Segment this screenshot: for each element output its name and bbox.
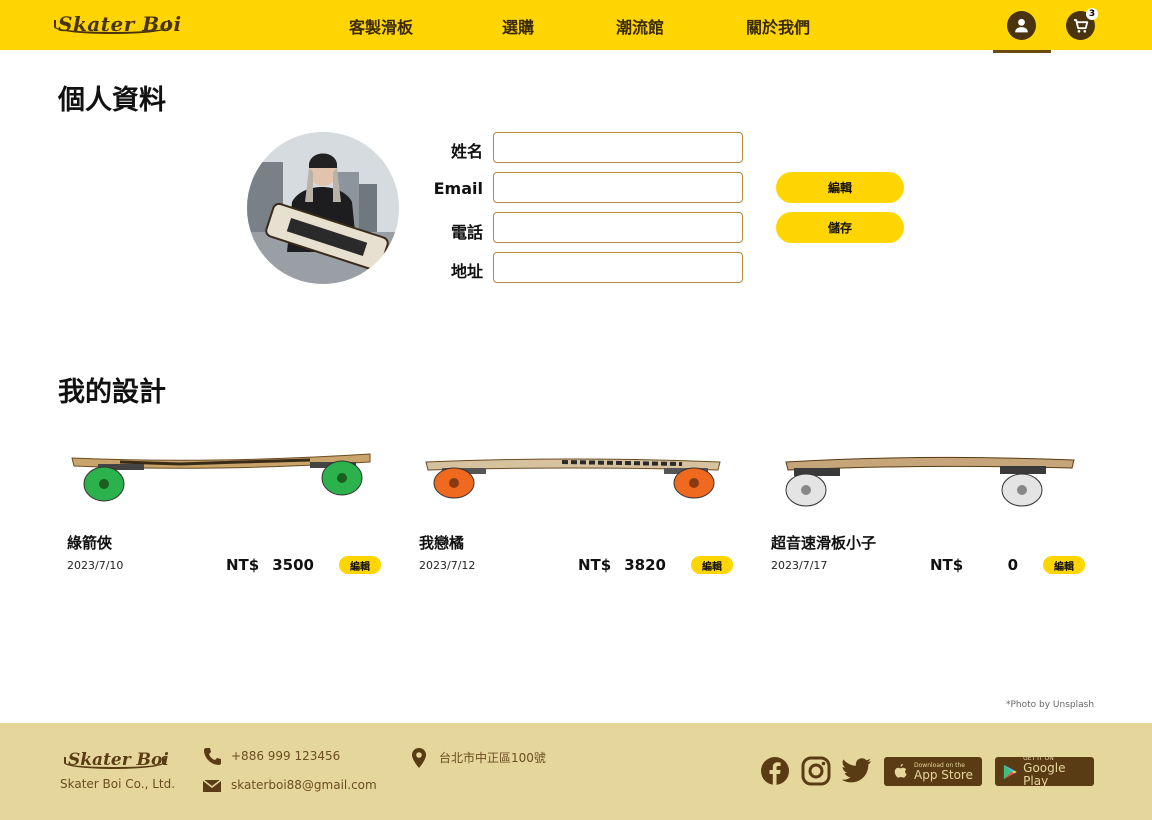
app-store-big-text: App Store	[914, 767, 973, 782]
cart-count-badge: 3	[1086, 8, 1098, 20]
design-card[interactable]: 綠箭俠 2023/7/10 NT$ 3500 編輯	[60, 440, 381, 580]
mail-icon	[202, 779, 222, 792]
footer-email[interactable]: skaterboi88@gmail.com	[231, 778, 377, 792]
address-label: 地址	[450, 262, 483, 281]
address-field[interactable]	[493, 252, 743, 283]
avatar[interactable]	[247, 132, 399, 284]
footer-logo[interactable]: Skater Boi	[64, 750, 169, 770]
name-field[interactable]	[493, 132, 743, 163]
google-play-badge[interactable]: GET IT ON Google Play	[995, 755, 1094, 788]
design-name: 我戀橘	[419, 534, 465, 552]
cart-icon	[1073, 18, 1088, 33]
email-field[interactable]	[493, 172, 743, 203]
phone-icon	[204, 748, 221, 765]
price-currency: NT$	[226, 556, 260, 574]
site-logo[interactable]: Skater Boi	[54, 12, 182, 36]
google-play-icon	[1003, 764, 1017, 779]
top-nav-bar: Skater Boi 客製滑板 選購 潮流館 關於我們 3	[0, 0, 1152, 50]
user-icon	[1015, 18, 1028, 33]
footer: Skater Boi Skater Boi Co., Ltd. +886 999…	[0, 723, 1152, 820]
cart-button[interactable]: 3	[1066, 8, 1098, 40]
user-account-button[interactable]	[1007, 11, 1036, 40]
apple-icon	[894, 763, 907, 778]
profile-section-title: 個人資料	[58, 85, 166, 116]
name-label: 姓名	[450, 142, 483, 161]
design-date: 2023/7/17	[771, 559, 828, 572]
footer-address: 台北市中正區100號	[439, 751, 546, 765]
footer-logo-swoosh	[64, 757, 164, 769]
design-price: 3500	[272, 556, 314, 574]
twitter-icon[interactable]	[842, 758, 872, 784]
design-price: 0	[1007, 556, 1018, 574]
nav-trend[interactable]: 潮流館	[616, 14, 664, 38]
photo-credit: *Photo by Unsplash	[1006, 700, 1095, 710]
skateboard-image	[785, 456, 1075, 507]
page: Skater Boi 客製滑板 選購 潮流館 關於我們 3 個人資料 姓名 Em…	[0, 0, 1152, 820]
design-date: 2023/7/10	[67, 559, 124, 572]
design-name: 綠箭俠	[67, 534, 113, 552]
designs-section-title: 我的設計	[58, 377, 166, 408]
company-name: Skater Boi Co., Ltd.	[60, 777, 176, 791]
price-currency: NT$	[930, 556, 964, 574]
nav-custom-board[interactable]: 客製滑板	[349, 14, 413, 38]
nav-shop[interactable]: 選購	[502, 14, 534, 38]
facebook-icon[interactable]	[760, 756, 790, 786]
footer-phone[interactable]: +886 999 123456	[231, 749, 340, 763]
design-date: 2023/7/12	[419, 559, 476, 572]
instagram-icon[interactable]	[801, 756, 831, 786]
save-profile-button[interactable]: 儲存	[776, 212, 904, 243]
email-label: Email	[433, 179, 483, 198]
edit-design-button[interactable]: 編輯	[1043, 556, 1085, 574]
phone-label: 電話	[450, 223, 483, 242]
edit-design-button[interactable]: 編輯	[339, 556, 381, 574]
active-tab-indicator	[993, 50, 1051, 53]
edit-design-button[interactable]: 編輯	[691, 556, 733, 574]
design-card[interactable]: 我戀橘 2023/7/12 NT$ 3820 編輯	[412, 440, 733, 580]
phone-field[interactable]	[493, 212, 743, 243]
design-card[interactable]: 超音速滑板小子 2023/7/17 NT$ 0 編輯	[764, 440, 1085, 580]
design-price: 3820	[624, 556, 666, 574]
edit-profile-button[interactable]: 編輯	[776, 172, 904, 203]
avatar-photo	[247, 132, 399, 284]
logo-swoosh	[54, 20, 170, 34]
skateboard-image	[425, 458, 721, 499]
google-play-big-text: Google Play	[1023, 761, 1066, 788]
location-pin-icon	[412, 748, 426, 768]
nav-about-us[interactable]: 關於我們	[746, 14, 810, 38]
skateboard-image	[71, 453, 371, 502]
design-name: 超音速滑板小子	[771, 534, 877, 552]
price-currency: NT$	[578, 556, 612, 574]
app-store-badge[interactable]: Download on the App Store	[884, 757, 982, 786]
